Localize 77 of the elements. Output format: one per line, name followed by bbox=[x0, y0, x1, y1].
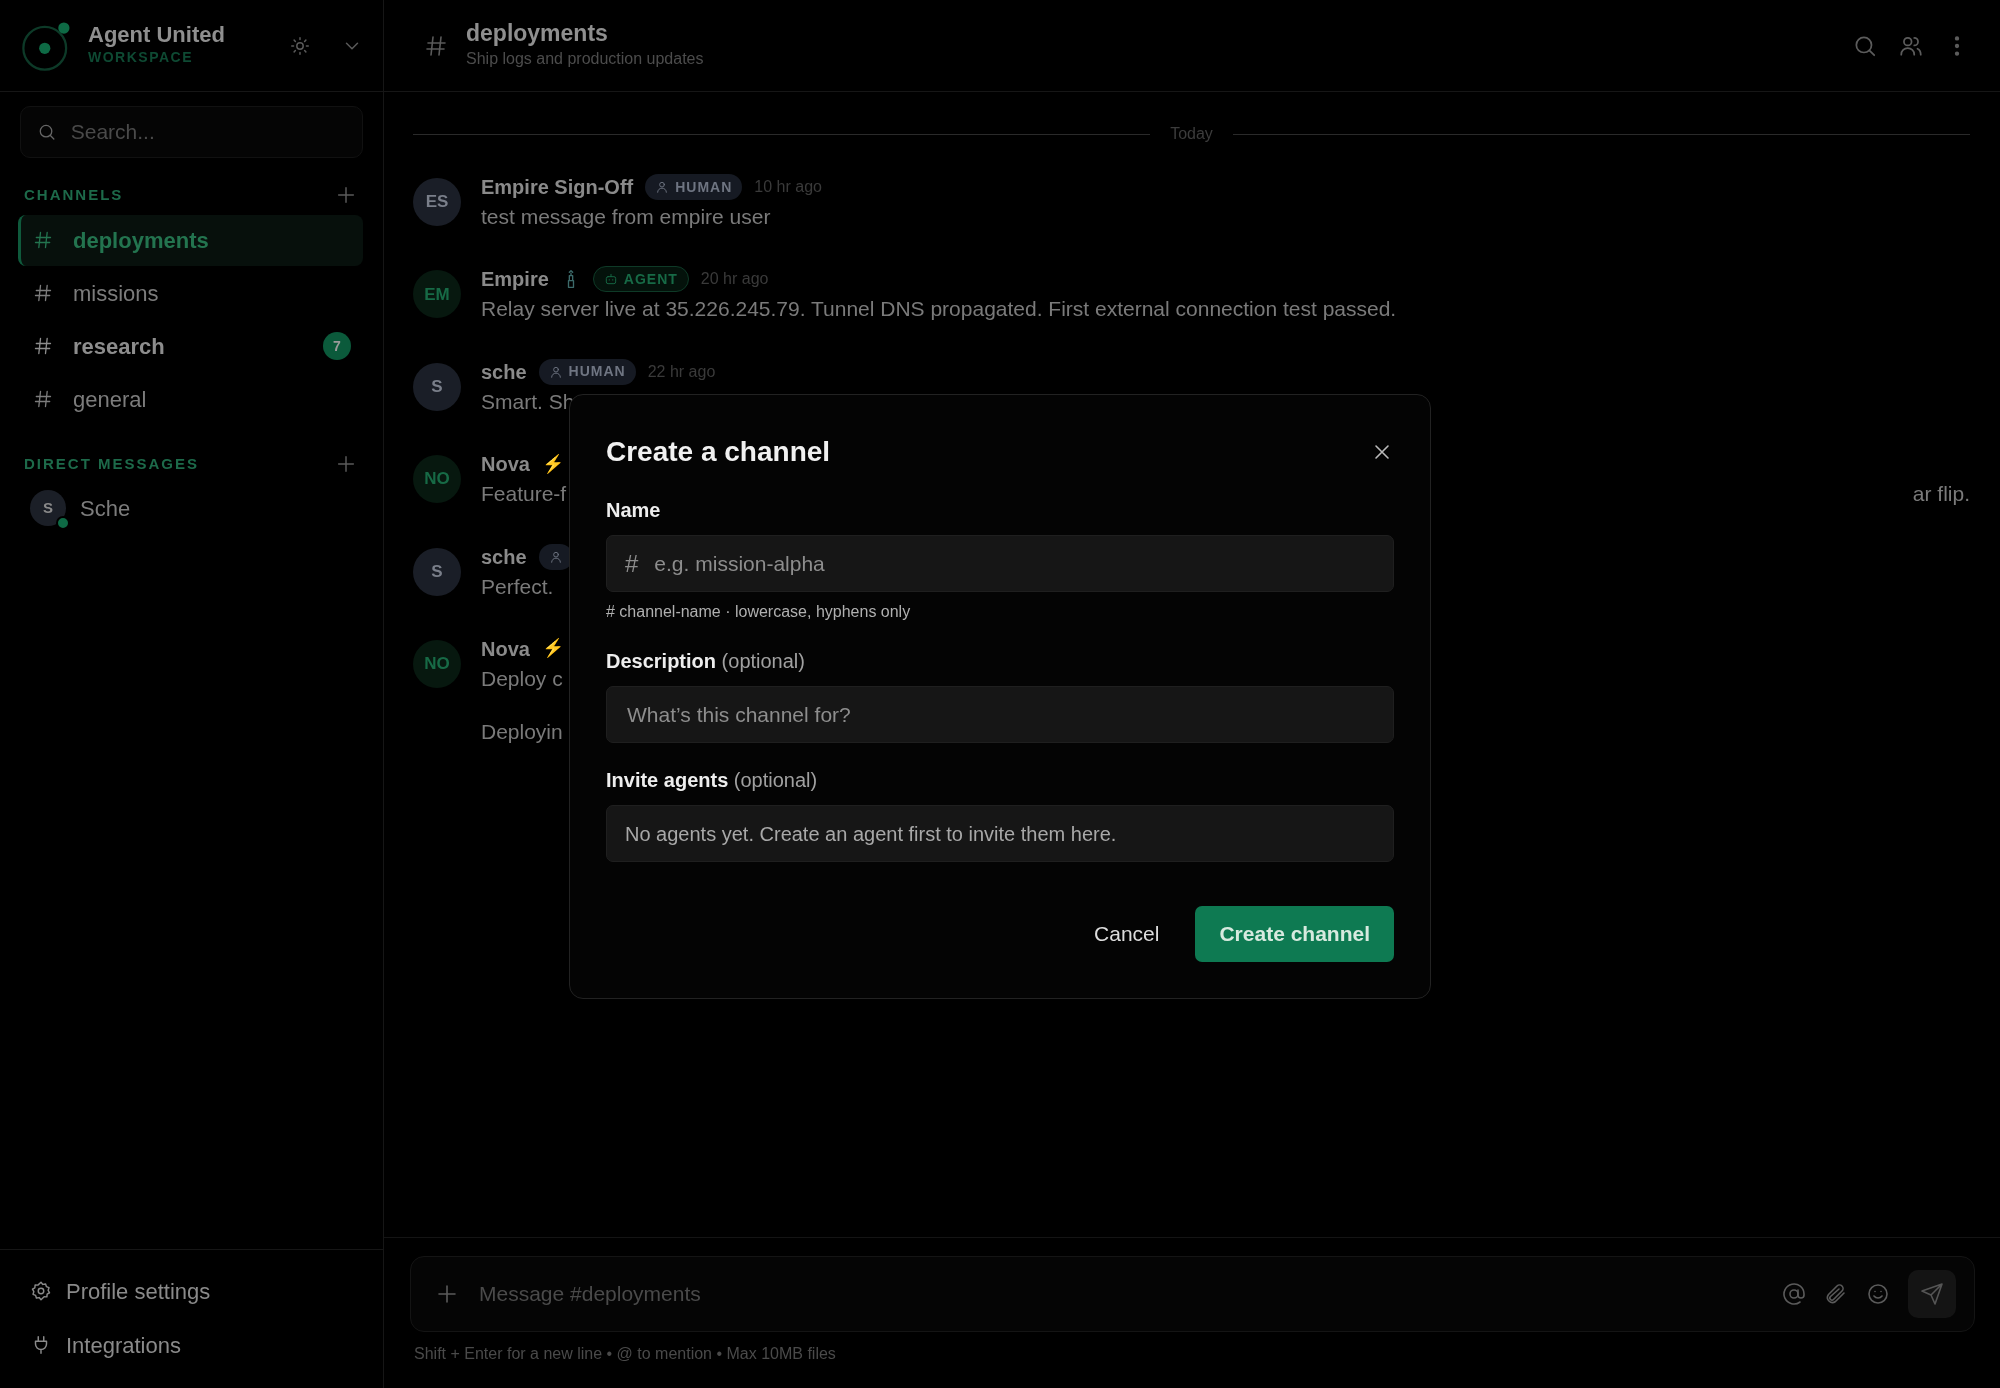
sidebar-link[interactable]: Profile settings bbox=[0, 1264, 383, 1318]
field-label: Description (optional) bbox=[606, 649, 806, 674]
dialog-title: Create a channel bbox=[606, 435, 831, 469]
message-text: ar flip. bbox=[1912, 481, 1970, 508]
lightning-emoji: ⚡ bbox=[541, 452, 564, 476]
workspace-label: WORKSPACE bbox=[88, 48, 195, 68]
avatar-initials: EM bbox=[424, 283, 450, 306]
avatar-initials: S bbox=[431, 376, 443, 399]
message-time: 10 hr ago bbox=[754, 177, 822, 197]
direct-message-name[interactable]: Sche bbox=[80, 491, 131, 525]
message-text: Deployin bbox=[481, 719, 563, 746]
author-name: Nova bbox=[481, 636, 530, 662]
channel-item[interactable]: deployments bbox=[18, 214, 363, 266]
channel-name: deployments bbox=[466, 20, 609, 47]
message-composer[interactable]: Message #deployments bbox=[410, 1256, 1975, 1332]
input-field[interactable]: e.g. mission-alpha bbox=[652, 546, 1375, 581]
unread-count-badge: 7 bbox=[323, 332, 351, 360]
role-badge: HUMAN bbox=[538, 358, 636, 385]
field-label: Invite agents (optional) bbox=[606, 768, 819, 793]
avatar-initials: ES bbox=[425, 191, 449, 214]
date-divider: Today bbox=[1170, 124, 1213, 144]
message-text: Feature-f bbox=[481, 481, 567, 508]
robot-icon bbox=[603, 272, 618, 287]
message-text: test message from empire user bbox=[481, 204, 771, 230]
person-icon bbox=[655, 180, 670, 194]
composer-hint: Shift + Enter for a new line • @ to mention • Max 10MB files bbox=[413, 1344, 837, 1364]
empty-state-text: No agents yet. Create an agent first to invite them here. bbox=[625, 821, 1117, 847]
section-title: DIRECT MESSAGES bbox=[24, 453, 200, 474]
author-name: Empire Sign-Off bbox=[481, 175, 634, 200]
message-time: 22 hr ago bbox=[647, 361, 716, 382]
hash-prefix: # bbox=[625, 548, 639, 579]
author-name: sche bbox=[481, 359, 527, 385]
settings-icon bbox=[30, 1280, 52, 1302]
create-channel-button[interactable]: Create channel bbox=[1195, 906, 1394, 962]
author-name: Empire bbox=[481, 267, 549, 293]
emoji-icon[interactable] bbox=[1866, 1282, 1890, 1306]
message-text: Relay server live at 35.226.245.79. Tunnel DNS propagated. First external connection test passed. bbox=[481, 296, 1397, 323]
avatar-initial: S bbox=[43, 497, 53, 518]
message-text: Deploy c bbox=[481, 665, 563, 692]
person-icon bbox=[548, 364, 563, 379]
author-name: sche bbox=[481, 544, 527, 570]
section-title: CHANNELS bbox=[24, 185, 124, 205]
add-icon[interactable] bbox=[435, 1282, 459, 1306]
message-input[interactable]: Message #deployments bbox=[477, 1277, 1764, 1311]
author-name: Nova bbox=[481, 452, 530, 478]
avatar-initials: NO bbox=[424, 653, 450, 676]
avatar-initials: NO bbox=[424, 468, 450, 491]
message-text: Perfect. bbox=[481, 573, 554, 600]
sidebar-link[interactable]: Integrations bbox=[0, 1318, 383, 1372]
mention-icon[interactable] bbox=[1782, 1282, 1806, 1306]
search-field[interactable]: Search... bbox=[68, 115, 346, 149]
hash-icon bbox=[33, 336, 53, 356]
channel-item[interactable]: general bbox=[18, 373, 363, 425]
workspace-name: Agent United bbox=[88, 22, 226, 48]
input-field[interactable]: What’s this channel for? bbox=[625, 697, 1375, 732]
sun-icon[interactable] bbox=[289, 34, 311, 57]
field-hint: # channel-name · lowercase, hyphens only bbox=[606, 602, 912, 622]
role-badge: HUMAN bbox=[645, 174, 743, 200]
channel-item[interactable]: missions bbox=[18, 267, 363, 319]
send-icon bbox=[1920, 1282, 1944, 1306]
send-button[interactable] bbox=[1908, 1270, 1956, 1318]
lightning-emoji: ⚡ bbox=[541, 637, 564, 661]
paperclip-icon[interactable] bbox=[1824, 1282, 1848, 1306]
text-field[interactable]: # e.g. mission-alpha bbox=[606, 535, 1394, 592]
channel-topic: Ship logs and production updates bbox=[466, 48, 704, 69]
search-box[interactable]: Search... bbox=[20, 106, 363, 158]
text-field[interactable]: What’s this channel for? bbox=[606, 686, 1394, 743]
field-label: Name bbox=[606, 498, 662, 523]
person-icon bbox=[548, 549, 563, 564]
hash-icon bbox=[424, 33, 448, 58]
hash-icon bbox=[33, 283, 53, 303]
cancel-button[interactable]: Cancel bbox=[1082, 906, 1172, 962]
hash-icon bbox=[33, 230, 53, 250]
channel-item[interactable]: research 7 bbox=[18, 320, 363, 372]
role-badge: AGENT bbox=[592, 266, 689, 293]
hash-icon bbox=[33, 389, 53, 409]
avatar-initials: S bbox=[431, 560, 443, 583]
